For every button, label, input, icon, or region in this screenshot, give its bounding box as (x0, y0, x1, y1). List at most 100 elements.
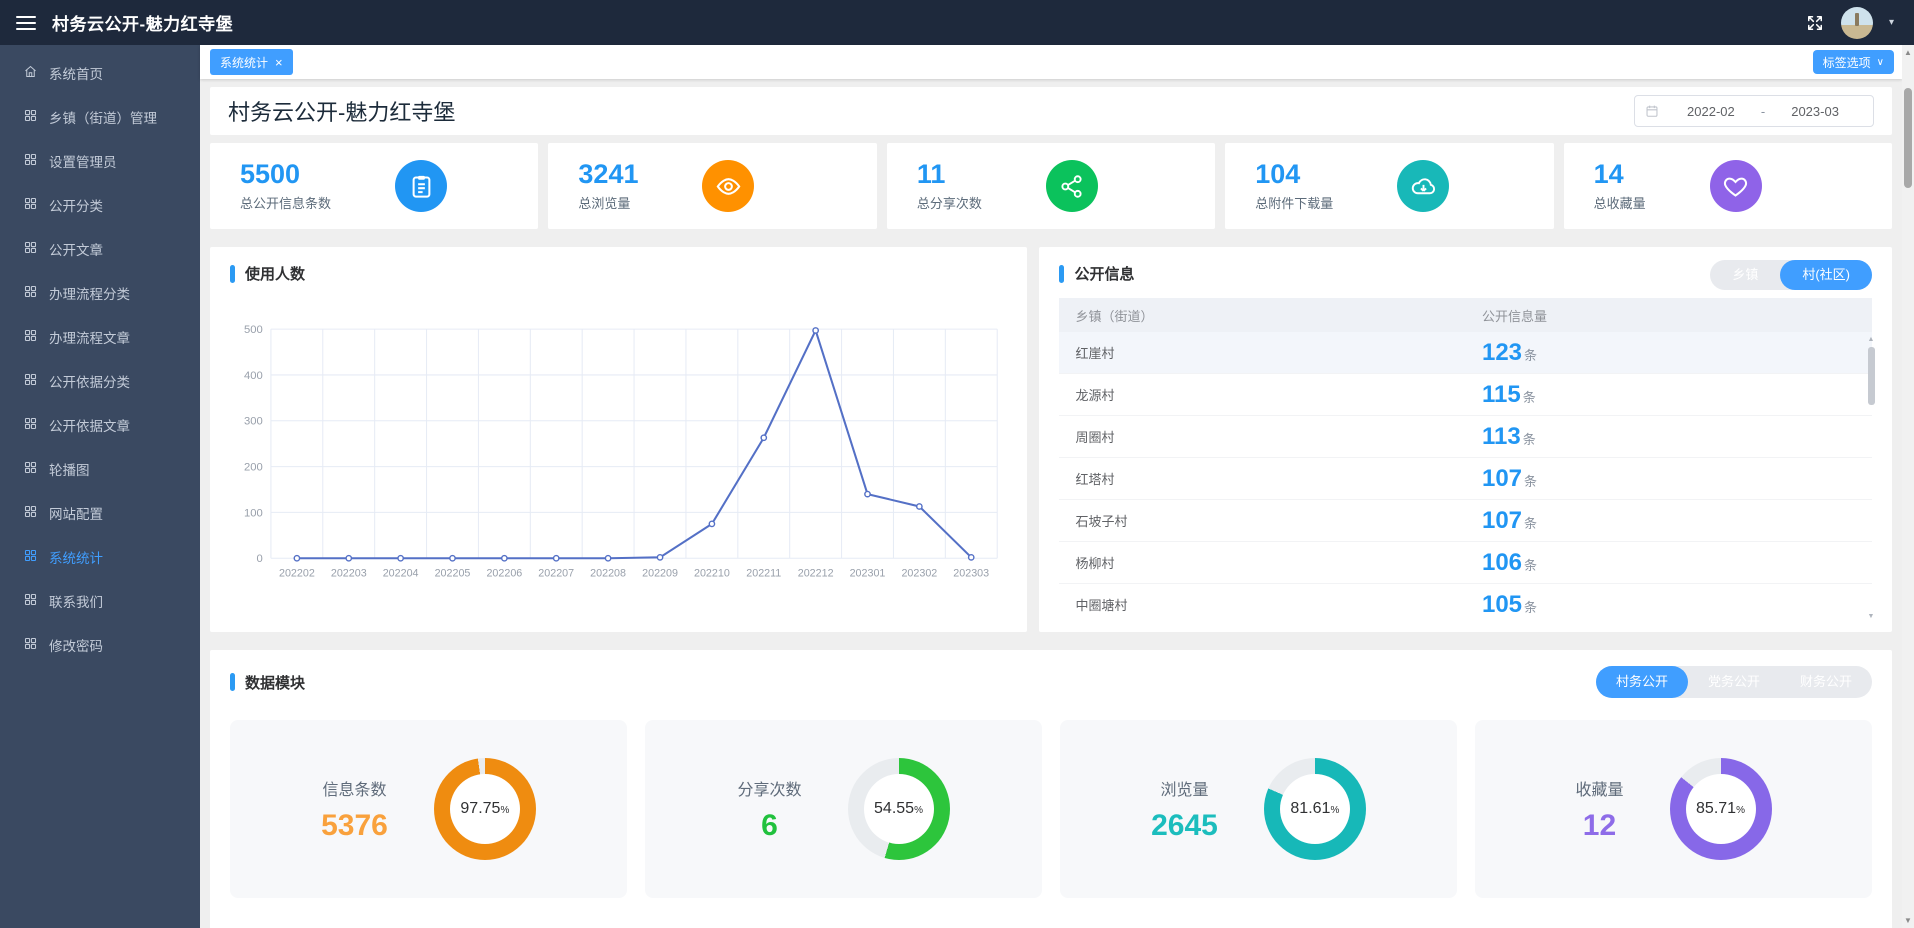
donut-percent-value: 85.71 (1696, 800, 1737, 817)
calendar-icon (1645, 104, 1659, 118)
sidebar-item-0[interactable]: 系统首页 (0, 51, 200, 95)
cloud-download-icon (1397, 160, 1450, 212)
svg-text:202211: 202211 (746, 568, 781, 580)
info-count-cell: 105 条 (1482, 591, 1872, 619)
module-card-info: 收藏量 12 (1575, 776, 1623, 843)
page-content: 村务云公开-魅力红寺堡 2022-02 - 2023-03 5500 总公开信息条… (200, 79, 1902, 928)
stat-value: 5500 (240, 159, 301, 190)
table-row-1: 龙源村 115 条 (1059, 374, 1872, 416)
sidebar-item-label: 公开依据文章 (49, 419, 130, 434)
sidebar-item-13[interactable]: 修改密码 (0, 623, 200, 667)
donut-chart-1: 54.55% (847, 758, 950, 860)
info-count-value: 105 (1481, 590, 1523, 618)
sidebar-item-7[interactable]: 公开依据分类 (0, 359, 200, 403)
info-count-cell: 107 条 (1482, 465, 1872, 493)
stat-value: 3241 (578, 159, 639, 190)
table-scroll-down-icon[interactable]: ▼ (1868, 611, 1875, 622)
column-header-count: 公开信息量 (1481, 308, 1547, 324)
donut-chart-3: 85.71% (1669, 758, 1772, 860)
sidebar-item-6[interactable]: 办理流程文章 (0, 315, 200, 359)
sidebar-item-5[interactable]: 办理流程分类 (0, 271, 200, 315)
accent-bar (230, 673, 235, 691)
toggle-option-0[interactable]: 乡镇 (1710, 260, 1780, 290)
tab-close-icon[interactable]: × (275, 56, 283, 69)
info-count-cell: 115 条 (1482, 381, 1872, 409)
menu-grid-icon (23, 636, 38, 654)
table-row-3: 红塔村 107 条 (1059, 458, 1872, 500)
table-row-5: 杨柳村 106 条 (1059, 542, 1872, 584)
date-range-picker[interactable]: 2022-02 - 2023-03 (1634, 95, 1874, 127)
tab-bar: 系统统计 × 标签选项 ∨ (200, 45, 1902, 79)
table-scrollbar[interactable]: ▲ ▼ (1864, 334, 1878, 622)
table-scroll-up-icon[interactable]: ▲ (1868, 334, 1875, 345)
stat-card-4: 14 总收藏量 (1563, 143, 1893, 229)
donut-percent-value: 97.75 (460, 800, 501, 817)
sidebar-item-3[interactable]: 公开分类 (0, 183, 200, 227)
info-count-value: 106 (1481, 548, 1523, 576)
info-count-cell: 123 条 (1482, 339, 1872, 367)
stat-info: 11 总分享次数 (917, 160, 982, 211)
page-scrollbar[interactable]: ▲ ▼ (1902, 45, 1914, 928)
donut-percent-value: 54.55 (874, 800, 915, 817)
svg-text:202204: 202204 (383, 568, 419, 580)
menu-grid-icon (23, 460, 38, 478)
module-toggle-option-0[interactable]: 村务公开 (1595, 666, 1688, 698)
donut-percent-value: 81.61 (1290, 800, 1331, 817)
svg-text:202301: 202301 (850, 568, 886, 580)
menu-grid-icon (23, 152, 38, 170)
info-count-unit: 条 (1524, 515, 1538, 531)
user-avatar[interactable] (1840, 6, 1873, 39)
table-body: 红崖村 123 条龙源村 115 条周圈村 113 条红塔村 107 条石坡子村 107 条杨柳村 1… (1059, 332, 1872, 622)
sidebar-item-12[interactable]: 联系我们 (0, 579, 200, 623)
date-end-value[interactable]: 2023-03 (1767, 104, 1863, 119)
sidebar-item-1[interactable]: 乡镇（街道）管理 (0, 95, 200, 139)
tab-system-statistics[interactable]: 系统统计 × (210, 49, 293, 75)
module-toggle-option-1[interactable]: 党务公开 (1688, 666, 1780, 698)
donut-percent: 97.75% (460, 800, 509, 818)
module-card-value: 6 (761, 808, 778, 842)
donut-percent: 54.55% (874, 800, 923, 818)
module-card-label: 收藏量 (1575, 781, 1624, 799)
sidebar-item-11[interactable]: 系统统计 (0, 535, 200, 579)
chevron-down-icon: ∨ (1876, 56, 1884, 68)
table-scroll-thumb[interactable] (1867, 347, 1875, 405)
menu-grid-icon (23, 284, 38, 302)
sidebar-item-8[interactable]: 公开依据文章 (0, 403, 200, 447)
menu-grid-icon (23, 196, 38, 214)
scrollbar-thumb[interactable] (1904, 88, 1912, 188)
village-name: 红塔村 (1075, 472, 1115, 487)
module-card-value: 5376 (321, 808, 388, 842)
module-toggle-option-2[interactable]: 财务公开 (1780, 666, 1872, 698)
sidebar-item-10[interactable]: 网站配置 (0, 491, 200, 535)
avatar-caret-down-icon[interactable]: ▾ (1889, 17, 1894, 28)
donut-percent: 81.61% (1290, 800, 1339, 818)
sidebar-item-label: 系统首页 (49, 67, 103, 82)
tag-options-button[interactable]: 标签选项 ∨ (1812, 50, 1894, 74)
info-count-value: 107 (1481, 506, 1523, 534)
date-start-value[interactable]: 2022-02 (1663, 104, 1759, 119)
info-count-cell: 113 条 (1482, 423, 1872, 451)
page-title-bar: 村务云公开-魅力红寺堡 2022-02 - 2023-03 (210, 87, 1892, 135)
svg-text:200: 200 (244, 461, 263, 473)
tag-options-label: 标签选项 (1822, 55, 1871, 70)
top-header: 村务云公开-魅力红寺堡 ▾ (0, 0, 1914, 45)
svg-text:400: 400 (244, 370, 263, 382)
scrollbar-up-arrow-icon[interactable]: ▲ (1904, 45, 1912, 60)
toggle-option-1[interactable]: 村(社区) (1780, 260, 1872, 290)
donut-percent-unit: % (914, 805, 923, 816)
stat-label: 总浏览量 (578, 195, 631, 211)
module-panel-title: 数据模块 (245, 674, 306, 692)
public-info-panel: 公开信息 乡镇 村(社区) 乡镇（街道） 公开信息量 红崖村 123 条龙源村 115 条… (1039, 247, 1892, 632)
sidebar-item-4[interactable]: 公开文章 (0, 227, 200, 271)
sidebar-item-label: 办理流程文章 (49, 331, 130, 346)
menu-grid-icon (23, 108, 38, 126)
scrollbar-down-arrow-icon[interactable]: ▼ (1904, 913, 1912, 928)
sidebar-item-9[interactable]: 轮播图 (0, 447, 200, 491)
hamburger-menu-icon[interactable] (16, 12, 36, 34)
fullscreen-icon[interactable] (1805, 13, 1825, 33)
menu-grid-icon (23, 416, 38, 434)
info-count-value: 113 (1481, 422, 1521, 450)
sidebar-item-label: 公开依据分类 (49, 375, 130, 390)
module-card-info: 信息条数 5376 (321, 776, 388, 843)
sidebar-item-2[interactable]: 设置管理员 (0, 139, 200, 183)
